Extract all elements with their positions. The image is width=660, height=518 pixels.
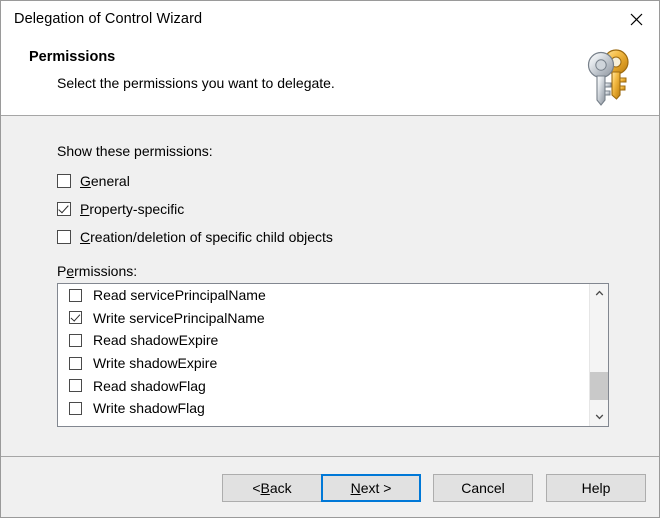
next-button[interactable]: Next > [321,474,421,502]
checkbox-property-specific[interactable]: Property-specific [57,199,184,219]
list-item-label: Read servicePrincipalName [93,287,266,304]
list-item-label: Write shadowFlag [93,400,205,417]
chevron-up-icon [595,285,604,303]
list-item-checkbox[interactable] [69,311,82,325]
checkbox-general[interactable]: General [57,171,130,191]
checkbox-creation-deletion-box[interactable] [57,230,71,244]
checkbox-creation-deletion-label: Creation/deletion of specific child obje… [80,229,333,245]
wizard-header: Permissions Select the permissions you w… [1,37,659,116]
list-item[interactable]: Write servicePrincipalName [58,307,589,330]
show-permissions-label: Show these permissions: [57,143,213,159]
page-subtitle: Select the permissions you want to deleg… [57,75,335,91]
scrollbar-thumb[interactable] [590,372,608,400]
list-item-checkbox[interactable] [69,356,82,370]
keys-icon [577,45,641,109]
checkbox-general-box[interactable] [57,174,71,188]
list-item[interactable]: Write shadowFlag [58,397,589,420]
close-button[interactable] [613,1,659,37]
cancel-button[interactable]: Cancel [433,474,533,502]
chevron-down-icon [595,408,604,426]
wizard-body: Show these permissions: General Property… [1,117,659,456]
checkbox-creation-deletion[interactable]: Creation/deletion of specific child obje… [57,227,333,247]
list-item[interactable]: Read shadowExpire [58,329,589,352]
list-item-checkbox[interactable] [69,333,82,347]
page-title: Permissions [29,49,116,65]
permissions-listbox[interactable]: Read servicePrincipalName Write servicePr… [57,283,609,427]
list-item-checkbox[interactable] [69,288,82,302]
list-item-checkbox[interactable] [69,379,82,393]
checkbox-property-specific-label: Property-specific [80,201,185,217]
scroll-down-button[interactable] [590,407,608,426]
back-button[interactable]: < Back [222,474,322,502]
checkbox-property-specific-box[interactable] [57,202,71,216]
close-icon [630,13,643,26]
checkbox-general-label: General [80,173,130,189]
scroll-up-button[interactable] [590,284,608,303]
button-bar: < Back Next > Cancel Help [1,456,659,517]
list-item-label: Read shadowExpire [93,332,219,349]
title-bar: Delegation of Control Wizard [1,1,659,37]
help-button[interactable]: Help [546,474,646,502]
listbox-scrollbar[interactable] [589,284,608,426]
list-item[interactable]: Write shadowExpire [58,352,589,375]
permissions-label: Permissions: [57,263,138,279]
list-item-checkbox[interactable] [69,401,82,415]
list-item-label: Write shadowExpire [93,355,218,372]
permissions-list-items: Read servicePrincipalName Write servicePr… [58,284,589,426]
list-item-label: Write servicePrincipalName [93,309,265,326]
list-item[interactable]: Read shadowFlag [58,374,589,397]
list-item-label: Read shadowFlag [93,377,206,394]
window-title: Delegation of Control Wizard [14,11,203,27]
dialog-window: Delegation of Control Wizard Permissions… [0,0,660,518]
list-item[interactable]: Read servicePrincipalName [58,284,589,307]
